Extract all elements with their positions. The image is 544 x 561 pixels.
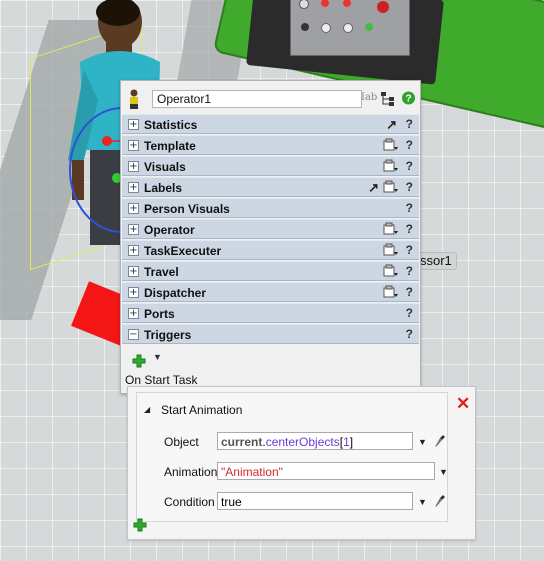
chevron-down-icon[interactable]: ▼ xyxy=(439,467,448,477)
knob-icon xyxy=(301,23,309,31)
pointer-arrow-icon[interactable]: ↗ xyxy=(368,180,379,196)
expand-icon[interactable]: + xyxy=(128,224,139,235)
collapse-triangle-icon[interactable]: ◢ xyxy=(144,405,150,414)
properties-icon[interactable] xyxy=(383,264,399,278)
property-sections: + Statistics ↗ ? + Template ? + Visuals … xyxy=(122,114,419,345)
help-icon[interactable]: ? xyxy=(406,117,413,131)
expand-icon[interactable]: + xyxy=(128,203,139,214)
section-statistics[interactable]: + Statistics ↗ ? xyxy=(122,114,419,134)
section-label: Triggers xyxy=(144,328,192,342)
tree-view-icon[interactable] xyxy=(381,92,395,106)
help-icon[interactable]: ? xyxy=(406,264,413,278)
expand-icon[interactable]: + xyxy=(128,182,139,193)
section-label: Ports xyxy=(144,307,175,321)
control-panel-face xyxy=(290,0,410,56)
code-property: centerObjects xyxy=(265,435,340,449)
expand-icon[interactable]: + xyxy=(128,245,139,256)
object-label: Object xyxy=(164,435,199,449)
add-action-icon[interactable] xyxy=(133,518,147,532)
quick-properties-panel: Operator1 Iab ? + Statistics ↗ ? + Templ… xyxy=(120,80,421,394)
help-icon[interactable]: ? xyxy=(406,306,413,320)
properties-icon[interactable] xyxy=(383,243,399,257)
pointer-arrow-icon[interactable]: ↗ xyxy=(386,117,397,133)
help-icon[interactable]: ? xyxy=(406,138,413,152)
section-label: Dispatcher xyxy=(144,286,207,300)
help-icon[interactable]: ? xyxy=(406,180,413,194)
trigger-action-panel: ◢ Start Animation Object current.centerO… xyxy=(127,386,476,540)
section-dispatcher[interactable]: + Dispatcher ? xyxy=(122,282,419,302)
expand-icon[interactable]: + xyxy=(128,119,139,130)
code-bracket: ] xyxy=(349,435,354,449)
knob-icon xyxy=(299,0,309,9)
knob-icon xyxy=(343,0,351,7)
expand-icon[interactable]: + xyxy=(128,287,139,298)
section-labels[interactable]: + Labels ↗ ? xyxy=(122,177,419,197)
knob-icon xyxy=(321,23,331,33)
section-label: Labels xyxy=(144,181,183,195)
section-label: Template xyxy=(144,139,196,153)
section-ports[interactable]: + Ports ? xyxy=(122,303,419,323)
section-visuals[interactable]: + Visuals ? xyxy=(122,156,419,176)
collapse-icon[interactable]: − xyxy=(128,329,139,340)
chevron-down-icon[interactable]: ▼ xyxy=(418,437,427,447)
expand-icon[interactable]: + xyxy=(128,140,139,151)
expand-icon[interactable]: + xyxy=(128,308,139,319)
eyedropper-icon[interactable] xyxy=(434,434,446,448)
section-label: TaskExecuter xyxy=(144,244,222,258)
section-label: Visuals xyxy=(144,160,186,174)
eyedropper-icon[interactable] xyxy=(434,494,446,508)
action-block: ◢ Start Animation Object current.centerO… xyxy=(136,392,448,522)
animation-label: Animation xyxy=(164,465,218,479)
properties-icon[interactable] xyxy=(383,222,399,236)
help-icon[interactable]: ? xyxy=(406,159,413,173)
help-icon[interactable]: ? xyxy=(406,285,413,299)
object-name-field[interactable]: Operator1 xyxy=(152,90,362,108)
add-trigger-icon[interactable] xyxy=(132,354,146,368)
condition-label: Condition xyxy=(164,495,215,509)
svg-text:?: ? xyxy=(405,94,411,105)
help-icon[interactable]: ? xyxy=(406,243,413,257)
section-travel[interactable]: + Travel ? xyxy=(122,261,419,281)
expand-icon[interactable]: + xyxy=(128,266,139,277)
knob-icon xyxy=(365,23,373,31)
properties-icon[interactable] xyxy=(383,159,399,173)
object-label-tag: ssor1 xyxy=(415,252,457,270)
section-template[interactable]: + Template ? xyxy=(122,135,419,155)
code-index: 1 xyxy=(343,435,350,449)
properties-icon[interactable] xyxy=(383,285,399,299)
section-label: Operator xyxy=(144,223,195,237)
section-label: Person Visuals xyxy=(144,202,230,216)
expand-icon[interactable]: + xyxy=(128,161,139,172)
chevron-down-icon[interactable]: ▼ xyxy=(153,352,162,362)
section-person-visuals[interactable]: + Person Visuals ? xyxy=(122,198,419,218)
section-label: Statistics xyxy=(144,118,198,132)
help-icon[interactable]: ? xyxy=(406,201,413,215)
operator-avatar-icon xyxy=(130,89,138,109)
text-label-icon[interactable]: Iab xyxy=(361,92,377,106)
section-operator[interactable]: + Operator ? xyxy=(122,219,419,239)
panel-header: Operator1 Iab ? xyxy=(121,81,420,115)
properties-icon[interactable] xyxy=(383,180,399,194)
help-icon[interactable]: ? xyxy=(406,222,413,236)
animation-field[interactable]: "Animation" xyxy=(217,462,435,480)
section-triggers[interactable]: − Triggers ? xyxy=(122,324,419,344)
knob-icon xyxy=(377,1,389,13)
close-icon[interactable]: ✕ xyxy=(456,395,470,412)
section-label: Travel xyxy=(144,265,179,279)
trigger-event-label: On Start Task xyxy=(125,373,198,387)
chevron-down-icon[interactable]: ▼ xyxy=(418,497,427,507)
code-keyword: current xyxy=(221,435,263,449)
knob-icon xyxy=(343,23,353,33)
knob-icon xyxy=(321,0,329,7)
condition-field[interactable]: true xyxy=(217,492,413,510)
action-title: Start Animation xyxy=(161,403,243,417)
help-icon[interactable]: ? xyxy=(406,327,413,341)
object-field[interactable]: current.centerObjects[1] xyxy=(217,432,413,450)
section-taskexecuter[interactable]: + TaskExecuter ? xyxy=(122,240,419,260)
help-circle-icon[interactable]: ? xyxy=(401,91,416,105)
properties-icon[interactable] xyxy=(383,138,399,152)
